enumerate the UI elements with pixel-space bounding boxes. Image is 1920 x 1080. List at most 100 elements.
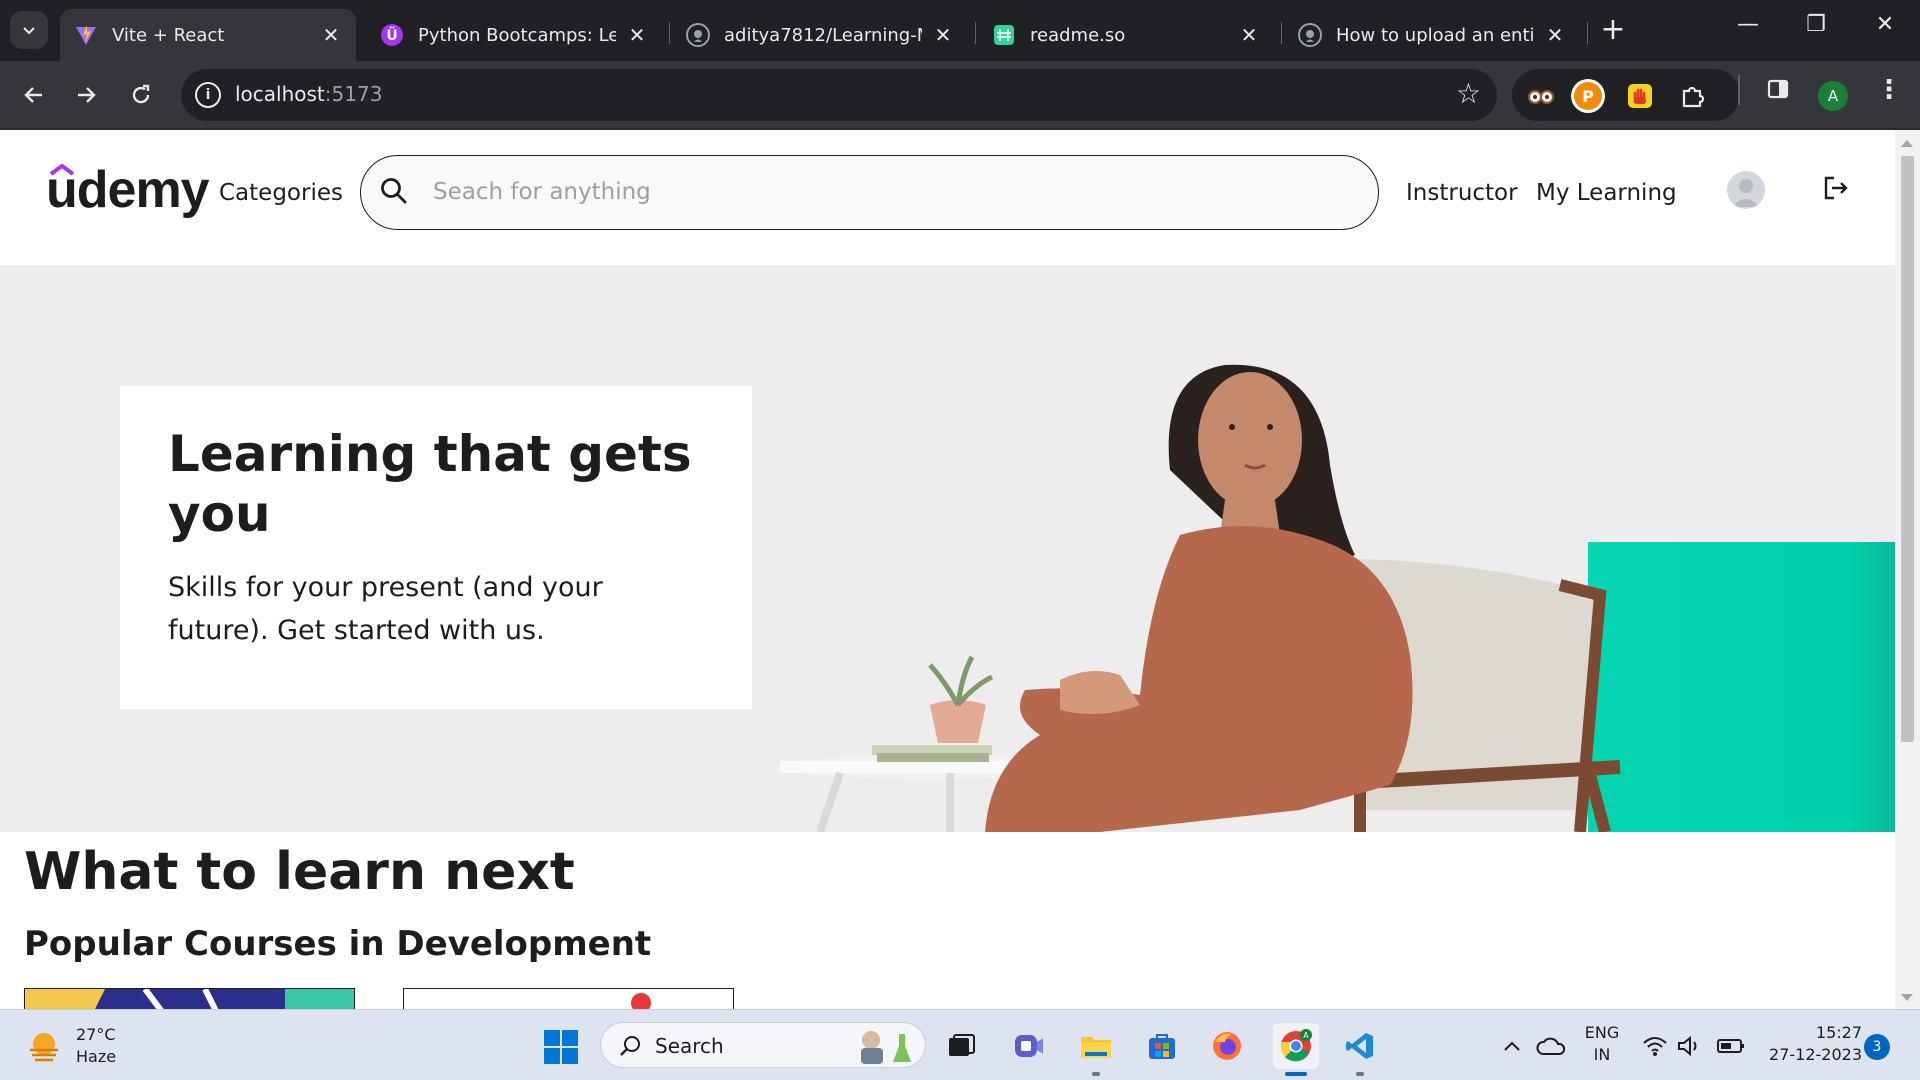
side-panel-icon[interactable] xyxy=(1766,77,1790,107)
course-search-bar xyxy=(360,155,1379,230)
tab-vite-react[interactable]: Vite + React ✕ xyxy=(60,9,356,61)
reload-icon xyxy=(132,84,150,104)
notification-badge[interactable]: 3 xyxy=(1864,1034,1890,1060)
tab-search-button[interactable] xyxy=(10,11,48,49)
course-card[interactable] xyxy=(24,988,355,1009)
vscode-icon[interactable] xyxy=(1340,1026,1380,1066)
battery-icon[interactable] xyxy=(1714,1026,1748,1066)
svg-text:Ü: Ü xyxy=(386,26,397,44)
close-tab-icon[interactable]: ✕ xyxy=(1238,23,1260,47)
chrome-taskbar-icon[interactable]: A xyxy=(1273,1023,1319,1069)
vite-icon xyxy=(74,23,98,47)
site-header: udemy Categories Instructor My Learning xyxy=(0,130,1895,265)
udemy-icon: Ü xyxy=(380,23,404,47)
user-avatar[interactable] xyxy=(1727,171,1765,209)
extensions-area: P xyxy=(1512,69,1740,121)
new-tab-button[interactable]: + xyxy=(1598,14,1628,46)
bookmark-star-icon[interactable]: ☆ xyxy=(1456,77,1481,110)
forward-button[interactable] xyxy=(66,75,106,115)
hero-banner: Learning that gets you Skills for your p… xyxy=(0,265,1895,832)
chevron-down-icon xyxy=(23,27,35,35)
close-tab-icon[interactable]: ✕ xyxy=(626,23,648,47)
categories-link[interactable]: Categories xyxy=(219,180,343,206)
site-info-icon[interactable]: i xyxy=(195,82,221,108)
scroll-thumb[interactable] xyxy=(1901,156,1914,742)
meet-app-icon[interactable] xyxy=(1009,1026,1049,1066)
search-input[interactable] xyxy=(433,174,1333,210)
language-primary: ENG xyxy=(1584,1023,1620,1042)
instructor-link[interactable]: Instructor xyxy=(1406,180,1518,206)
weather-widget[interactable]: 27°C Haze xyxy=(26,1024,116,1068)
profile-avatar[interactable]: A xyxy=(1818,81,1848,111)
readme-icon xyxy=(992,23,1016,47)
tab-title: Python Bootcamps: Learn xyxy=(418,24,616,46)
tab-github-learning[interactable]: aditya7812/Learning-Man ✕ xyxy=(672,9,968,61)
tab-python-bootcamps[interactable]: Ü Python Bootcamps: Learn ✕ xyxy=(366,9,662,61)
volume-icon[interactable] xyxy=(1672,1026,1706,1066)
app-running-indicator xyxy=(1356,1072,1364,1076)
browser-tab-bar: Vite + React ✕ Ü Python Bootcamps: Learn… xyxy=(0,0,1920,61)
language-indicator[interactable]: ENG IN xyxy=(1582,1022,1622,1066)
url-port: :5173 xyxy=(324,82,383,106)
tab-how-to-upload[interactable]: How to upload an entire ✕ xyxy=(1284,9,1580,61)
weather-text: 27°C Haze xyxy=(76,1024,116,1068)
close-tab-icon[interactable]: ✕ xyxy=(932,23,954,47)
clock-date: 27-12-2023 xyxy=(1769,1045,1862,1064)
section-heading-what-next: What to learn next xyxy=(24,842,575,902)
course-thumbnail xyxy=(631,993,651,1009)
arrow-right-icon xyxy=(78,87,96,103)
search-highlight-icon xyxy=(861,1031,911,1064)
page-scrollbar[interactable] xyxy=(1895,130,1920,1009)
restore-button[interactable]: ❐ xyxy=(1798,12,1834,37)
page-viewport: udemy Categories Instructor My Learning xyxy=(0,130,1895,1009)
search-icon[interactable] xyxy=(379,176,409,206)
windows-taskbar: 27°C Haze Search A ENG IN 15:27 27-12-20… xyxy=(0,1009,1920,1080)
hand-extension-icon[interactable] xyxy=(1623,79,1657,113)
sun-haze-icon xyxy=(30,1033,58,1062)
browser-toolbar: i localhost:5173 ☆ P A ⋮ xyxy=(0,61,1920,130)
svg-text:P: P xyxy=(1582,87,1594,106)
app-running-indicator xyxy=(1092,1072,1100,1076)
onedrive-cloud-icon[interactable] xyxy=(1534,1026,1568,1066)
puzzle-extensions-icon[interactable] xyxy=(1676,79,1710,113)
glasses-extension-icon[interactable] xyxy=(1524,79,1558,113)
user-silhouette-icon xyxy=(1732,179,1760,207)
tab-readme-so[interactable]: readme.so ✕ xyxy=(978,9,1274,61)
minimize-button[interactable]: — xyxy=(1730,12,1766,37)
course-thumbnail xyxy=(25,989,354,1009)
hero-card: Learning that gets you Skills for your p… xyxy=(120,386,752,709)
github-icon xyxy=(1298,23,1322,47)
address-bar[interactable]: i localhost:5173 ☆ xyxy=(181,69,1497,121)
scroll-down-arrow-icon[interactable] xyxy=(1901,994,1913,1001)
close-tab-icon[interactable]: ✕ xyxy=(320,23,342,47)
github-icon xyxy=(686,23,710,47)
reload-button[interactable] xyxy=(121,75,161,115)
udemy-logo[interactable]: udemy xyxy=(46,160,210,220)
scroll-up-arrow-icon[interactable] xyxy=(1901,140,1913,147)
arrow-left-icon xyxy=(24,87,42,103)
show-hidden-icons-chevron-icon[interactable] xyxy=(1497,1026,1527,1066)
tab-title: readme.so xyxy=(1030,24,1126,46)
clock[interactable]: 15:27 27-12-2023 xyxy=(1760,1022,1862,1066)
tab-separator xyxy=(1281,22,1282,44)
weather-temperature: 27°C xyxy=(76,1025,116,1044)
microsoft-store-icon[interactable] xyxy=(1142,1026,1182,1066)
chrome-menu-icon[interactable]: ⋮ xyxy=(1876,75,1902,105)
logout-icon[interactable] xyxy=(1822,174,1850,206)
coin-extension-icon[interactable]: P xyxy=(1571,79,1605,113)
section-heading-popular: Popular Courses in Development xyxy=(24,924,652,964)
taskbar-search[interactable]: Search xyxy=(600,1022,926,1068)
tab-separator xyxy=(669,22,670,44)
course-card[interactable] xyxy=(403,988,734,1009)
file-explorer-icon[interactable] xyxy=(1076,1026,1116,1066)
hero-subtitle: Skills for your present (and your future… xyxy=(168,572,603,646)
firefox-icon[interactable] xyxy=(1207,1026,1247,1066)
back-button[interactable] xyxy=(14,75,54,115)
close-window-button[interactable]: ✕ xyxy=(1867,12,1903,37)
app-active-indicator xyxy=(1285,1072,1307,1076)
wifi-icon[interactable] xyxy=(1638,1026,1672,1066)
windows-start-icon[interactable] xyxy=(543,1029,579,1069)
task-view-icon[interactable] xyxy=(941,1026,981,1066)
my-learning-link[interactable]: My Learning xyxy=(1536,180,1677,206)
close-tab-icon[interactable]: ✕ xyxy=(1544,23,1566,47)
